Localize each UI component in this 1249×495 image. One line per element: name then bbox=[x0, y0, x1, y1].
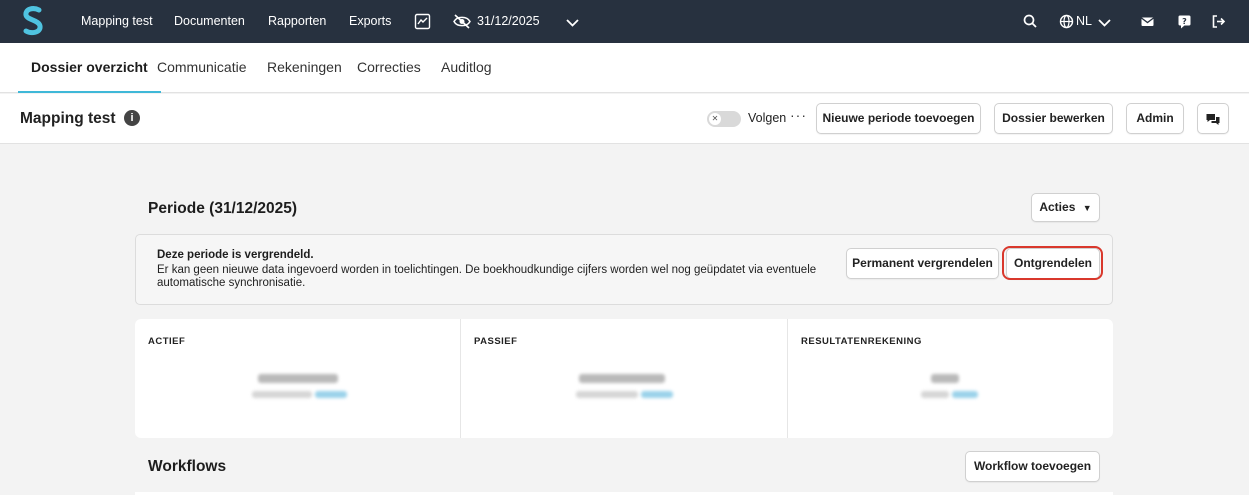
permanent-lock-button[interactable]: Permanent vergrendelen bbox=[846, 248, 999, 279]
comments-icon bbox=[1206, 114, 1220, 125]
tab-correcties[interactable]: Correcties bbox=[357, 43, 421, 93]
nav-documenten[interactable]: Documenten bbox=[174, 0, 245, 43]
edit-dossier-button[interactable]: Dossier bewerken bbox=[994, 103, 1113, 134]
eye-slash-icon[interactable] bbox=[452, 13, 472, 30]
admin-button[interactable]: Admin bbox=[1126, 103, 1184, 134]
help-icon[interactable]: ? bbox=[1176, 13, 1193, 30]
add-workflow-button[interactable]: Workflow toevoegen bbox=[965, 451, 1100, 482]
new-period-button[interactable]: Nieuwe periode toevoegen bbox=[816, 103, 981, 134]
globe-icon[interactable] bbox=[1058, 13, 1075, 30]
actions-dropdown-button[interactable]: Acties ▼ bbox=[1031, 193, 1100, 222]
stat-resultatenrekening: RESULTATENREKENING bbox=[788, 319, 1113, 438]
comments-button[interactable] bbox=[1197, 103, 1229, 134]
logout-icon[interactable] bbox=[1210, 13, 1227, 30]
page-title: Mapping test bbox=[20, 110, 116, 127]
language-selector[interactable]: NL bbox=[1076, 0, 1092, 43]
more-options-icon[interactable]: ··· bbox=[790, 107, 807, 123]
nav-mapping-test[interactable]: Mapping test bbox=[81, 0, 153, 43]
lock-banner-description: Er kan geen nieuwe data ingevoerd worden… bbox=[157, 264, 817, 289]
toggle-off-icon: ✕ bbox=[709, 113, 721, 125]
dossier-tabs: Dossier overzicht Communicatie Rekeninge… bbox=[0, 43, 1249, 93]
app-logo-icon[interactable] bbox=[22, 6, 44, 36]
lock-banner: Deze periode is vergrendeld. Er kan geen… bbox=[135, 234, 1113, 305]
tab-auditlog[interactable]: Auditlog bbox=[441, 43, 492, 93]
follow-label: Volgen bbox=[748, 111, 787, 125]
blurred-amount bbox=[931, 374, 959, 383]
blurred-amount bbox=[258, 374, 338, 383]
caret-down-icon: ▼ bbox=[1082, 203, 1092, 213]
chart-icon[interactable] bbox=[414, 13, 431, 30]
blurred-amount bbox=[579, 374, 665, 383]
tab-dossier-overzicht[interactable]: Dossier overzicht bbox=[18, 43, 161, 93]
tab-communicatie[interactable]: Communicatie bbox=[157, 43, 246, 93]
actions-label: Acties bbox=[1039, 200, 1076, 214]
blurred-subamount bbox=[576, 391, 638, 398]
blurred-link[interactable] bbox=[315, 391, 347, 398]
language-chevron-down-icon[interactable] bbox=[1096, 14, 1113, 31]
workflows-title: Workflows bbox=[148, 458, 227, 475]
info-icon[interactable]: i bbox=[124, 110, 140, 126]
stat-passief: PASSIEF bbox=[461, 319, 787, 438]
blurred-subamount bbox=[921, 391, 949, 398]
search-icon[interactable] bbox=[1022, 13, 1039, 30]
period-selector[interactable]: 31/12/2025 bbox=[477, 0, 540, 43]
lock-banner-title: Deze periode is vergrendeld. bbox=[157, 249, 314, 261]
unlock-highlight bbox=[1002, 246, 1103, 280]
nav-rapporten[interactable]: Rapporten bbox=[268, 0, 326, 43]
follow-toggle[interactable]: ✕ bbox=[707, 111, 741, 127]
chevron-down-icon[interactable] bbox=[564, 14, 581, 31]
svg-text:?: ? bbox=[1182, 17, 1187, 26]
stat-label: RESULTATENREKENING bbox=[801, 336, 922, 347]
stat-label: ACTIEF bbox=[148, 336, 186, 347]
tab-rekeningen[interactable]: Rekeningen bbox=[267, 43, 342, 93]
page-header: Mapping test i ✕ Volgen ··· Nieuwe perio… bbox=[0, 94, 1249, 144]
stat-actief: ACTIEF bbox=[135, 319, 460, 438]
blurred-subamount bbox=[252, 391, 312, 398]
blurred-link[interactable] bbox=[641, 391, 673, 398]
period-title: Periode (31/12/2025) bbox=[148, 200, 298, 217]
balance-summary-card: ACTIEF PASSIEF RESULTATENREKENING bbox=[135, 319, 1113, 438]
nav-exports[interactable]: Exports bbox=[349, 0, 391, 43]
mail-icon[interactable] bbox=[1139, 13, 1156, 30]
top-navbar: Mapping test Documenten Rapporten Export… bbox=[0, 0, 1249, 43]
stat-label: PASSIEF bbox=[474, 336, 518, 347]
blurred-link[interactable] bbox=[952, 391, 978, 398]
